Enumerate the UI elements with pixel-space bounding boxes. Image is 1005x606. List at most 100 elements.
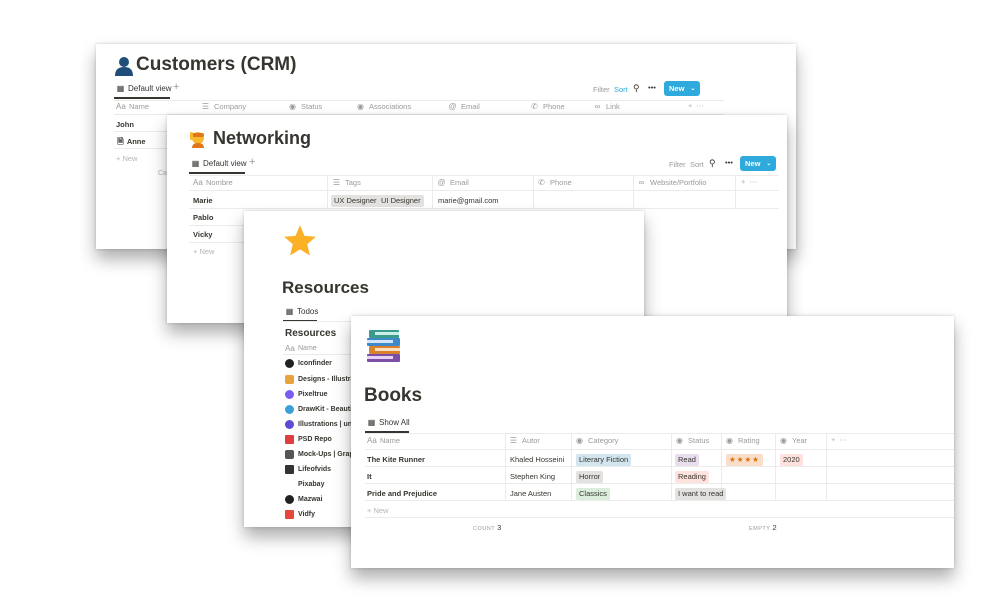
- table-row-name[interactable]: John: [116, 120, 134, 129]
- table-icon: ▦: [285, 307, 294, 316]
- tab-todos[interactable]: ▦ Todos: [285, 307, 319, 316]
- column-divider: [735, 175, 736, 208]
- author-cell[interactable]: Stephen King: [510, 472, 555, 481]
- phone-icon: ✆: [538, 178, 545, 187]
- empty-label: EMPTY: [749, 526, 771, 532]
- column-header-company[interactable]: ☰ Company: [201, 102, 246, 111]
- list-item[interactable]: Iconfinder: [285, 359, 332, 368]
- table-row-name[interactable]: The Kite Runner: [367, 455, 425, 464]
- table-row-name[interactable]: 🗎 Anne: [116, 137, 145, 146]
- tab-label: Default view: [128, 84, 172, 93]
- column-header-name[interactable]: Aa Name: [116, 102, 149, 111]
- vidfy-icon: [285, 510, 294, 519]
- column-header-rating[interactable]: ◉ Rating: [725, 436, 760, 445]
- tab-default-view[interactable]: ▦ Default view: [191, 159, 247, 168]
- calculate-footer[interactable]: Ca: [158, 170, 167, 177]
- category-tag[interactable]: Classics: [576, 488, 610, 500]
- email-cell[interactable]: marie@gmail.com: [438, 196, 499, 205]
- table-top-border: [189, 175, 779, 176]
- chevron-down-icon: ⌄: [690, 86, 696, 92]
- list-item[interactable]: Illustrations | unDr: [285, 420, 360, 429]
- rating-tag[interactable]: ★★★★: [726, 454, 763, 466]
- column-header-tags[interactable]: ☰ Tags: [332, 178, 361, 187]
- filter-button[interactable]: Filter: [669, 160, 686, 169]
- list-item[interactable]: DrawKit - Beautifu: [285, 405, 359, 414]
- status-badge[interactable]: Reading: [675, 471, 709, 483]
- filter-button[interactable]: Filter: [593, 85, 610, 94]
- column-header-year[interactable]: ◉ Year: [779, 436, 807, 445]
- row-divider: [365, 483, 954, 484]
- column-header-nombre[interactable]: Aa Nombre: [193, 178, 233, 187]
- column-header-website[interactable]: ∞ Website/Portfolio: [637, 178, 707, 187]
- column-header-phone[interactable]: ✆ Phone: [530, 102, 565, 111]
- year-tag[interactable]: 2020: [780, 454, 803, 466]
- column-header-status[interactable]: ◉ Status: [675, 436, 709, 445]
- list-item[interactable]: PSD Repo: [285, 435, 332, 444]
- list-item[interactable]: Vidfy: [285, 510, 315, 519]
- category-tag[interactable]: Horror: [576, 471, 604, 483]
- new-row-button[interactable]: + New: [116, 154, 137, 163]
- column-header-phone[interactable]: ✆ Phone: [537, 178, 572, 187]
- text-property-icon: Aa: [367, 436, 377, 445]
- list-item[interactable]: Mock-Ups | Graph: [285, 450, 358, 459]
- new-button[interactable]: New ⌄: [664, 81, 701, 96]
- sort-button[interactable]: Sort: [614, 85, 628, 94]
- new-row-button[interactable]: + New: [193, 247, 214, 256]
- table-bottom-border: [365, 517, 954, 518]
- status-badge[interactable]: Read: [675, 454, 699, 466]
- search-icon[interactable]: ⚲: [709, 158, 716, 169]
- tag-ux-designer[interactable]: UX Designer: [331, 195, 380, 207]
- list-item[interactable]: Mazwai: [285, 495, 323, 504]
- page-title: Networking: [213, 128, 312, 148]
- list-item[interactable]: Pixeltrue: [285, 390, 328, 399]
- new-button[interactable]: New ⌄: [740, 156, 777, 171]
- list-item[interactable]: Pixabay: [285, 480, 324, 489]
- status-badge[interactable]: I want to read: [675, 488, 727, 500]
- new-button-label: New: [669, 84, 685, 93]
- list-item[interactable]: Lifeofvids: [285, 465, 331, 474]
- count-footer[interactable]: COUNT 3: [473, 523, 501, 532]
- tab-show-all[interactable]: ▦ Show All: [367, 418, 410, 427]
- column-header-name[interactable]: Aa Name: [367, 436, 400, 445]
- add-property-button[interactable]: + ⋯: [831, 435, 847, 444]
- crm-page-icon: [114, 56, 134, 76]
- active-tab-indicator: [114, 97, 170, 99]
- more-options-icon[interactable]: •••: [725, 158, 733, 167]
- empty-footer[interactable]: EMPTY 2: [749, 523, 777, 532]
- mockups-icon: [285, 450, 294, 459]
- iconfinder-icon: [285, 359, 294, 368]
- author-cell[interactable]: Jane Austen: [510, 489, 551, 498]
- column-header-email[interactable]: @ Email: [448, 102, 479, 111]
- table-row-name[interactable]: It: [367, 472, 372, 481]
- search-icon[interactable]: ⚲: [633, 83, 640, 94]
- table-row-name[interactable]: Vicky: [193, 230, 212, 239]
- drawkit-icon: [285, 405, 294, 414]
- column-header-email[interactable]: @ Email: [437, 178, 468, 187]
- column-header-category[interactable]: ◉ Category: [575, 436, 618, 445]
- tag-ui-designer[interactable]: UI Designer: [378, 195, 424, 207]
- add-property-button[interactable]: + ⋯: [688, 101, 704, 110]
- category-tag[interactable]: Literary Fiction: [576, 454, 632, 466]
- tab-default-view[interactable]: ▦ Default view: [116, 84, 172, 93]
- table-row-name[interactable]: Pride and Prejudice: [367, 489, 437, 498]
- column-header-link[interactable]: ∞ Link: [593, 102, 620, 111]
- column-header-associations[interactable]: ◉ Associations: [356, 102, 411, 111]
- new-row-button[interactable]: + New: [367, 506, 388, 515]
- document-icon: 🗎: [117, 137, 124, 146]
- author-cell[interactable]: Khaled Hosseini: [510, 455, 564, 464]
- sort-button[interactable]: Sort: [690, 160, 704, 169]
- lifeofvids-icon: [285, 465, 294, 474]
- column-header-name[interactable]: Aa Name: [285, 344, 317, 353]
- table-row-name[interactable]: Marie: [193, 196, 213, 205]
- add-property-button[interactable]: + ⋯: [741, 177, 757, 186]
- add-view-button[interactable]: +: [173, 81, 179, 93]
- undraw-icon: [285, 420, 294, 429]
- more-options-icon[interactable]: •••: [648, 83, 656, 92]
- column-header-autor[interactable]: ☰ Autor: [509, 436, 540, 445]
- select-property-icon: ☰: [201, 102, 210, 111]
- column-header-status[interactable]: ◉ Status: [288, 102, 322, 111]
- table-row-name[interactable]: Pablo: [193, 213, 213, 222]
- count-label: COUNT: [473, 526, 496, 532]
- pixabay-icon: [285, 480, 294, 489]
- add-view-button[interactable]: +: [249, 156, 255, 168]
